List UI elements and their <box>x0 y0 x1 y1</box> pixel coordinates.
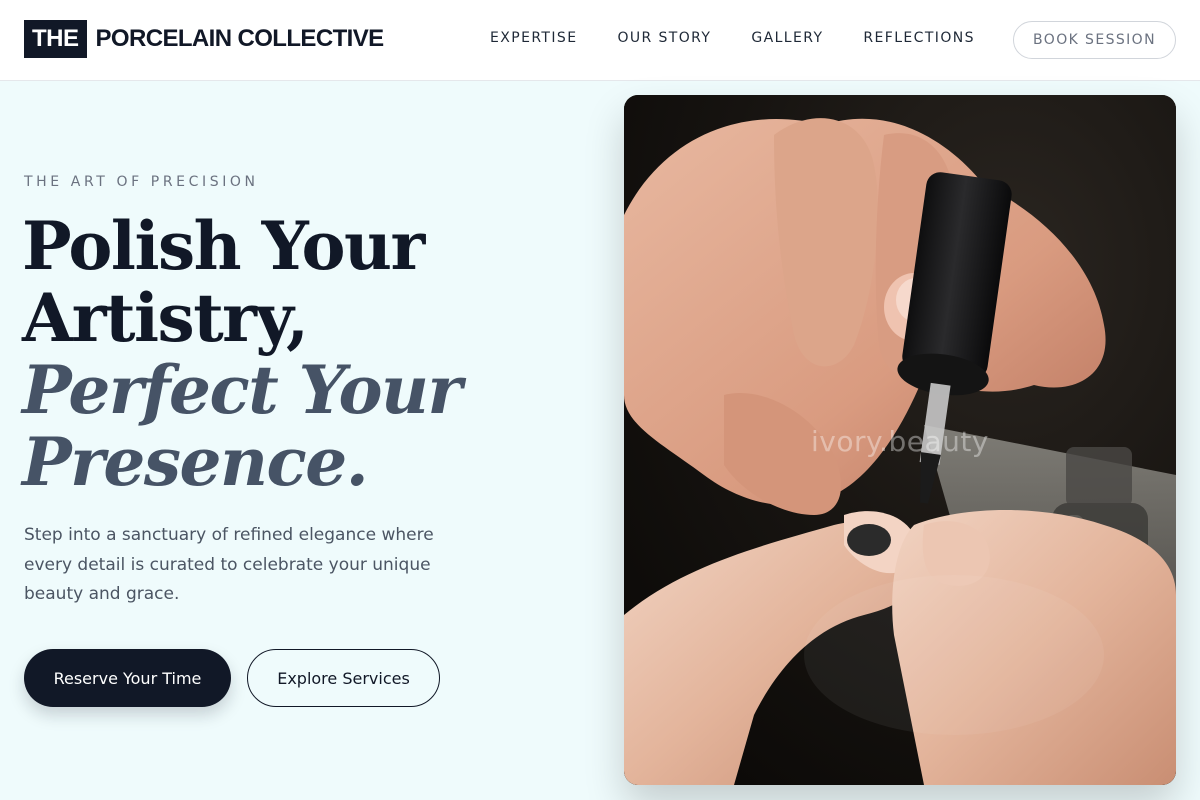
site-header: THE PORCELAIN COLLECTIVE EXPERTISE OUR S… <box>0 0 1200 81</box>
main-nav: EXPERTISE OUR STORY GALLERY REFLECTIONS <box>490 28 975 48</box>
hero-eyebrow: THE ART OF PRECISION <box>24 174 259 190</box>
headline-line-3: Perfect Your <box>22 351 462 429</box>
image-watermark: ivory.beauty <box>811 425 989 458</box>
hero-headline: Polish Your Artistry, Perfect Your Prese… <box>22 207 462 501</box>
book-session-button[interactable]: BOOK SESSION <box>1013 21 1176 59</box>
nav-link-our-story[interactable]: OUR STORY <box>617 28 711 48</box>
explore-services-button[interactable]: Explore Services <box>247 649 440 707</box>
nav-link-gallery[interactable]: GALLERY <box>751 28 823 48</box>
nav-link-expertise[interactable]: EXPERTISE <box>490 28 577 48</box>
hero-description: Step into a sanctuary of refined eleganc… <box>24 525 434 604</box>
brand-logo[interactable]: THE PORCELAIN COLLECTIVE <box>24 20 384 58</box>
headline-line-2: Artistry, <box>22 279 309 357</box>
reserve-time-button[interactable]: Reserve Your Time <box>24 649 231 707</box>
logo-badge: THE <box>24 20 87 58</box>
nav-link-reflections[interactable]: REFLECTIONS <box>863 28 975 48</box>
logo-text: PORCELAIN COLLECTIVE <box>95 25 385 52</box>
hero-image: ivory.beauty <box>624 95 1176 785</box>
headline-line-1: Polish Your <box>22 207 425 285</box>
headline-line-4: Presence. <box>22 423 369 501</box>
